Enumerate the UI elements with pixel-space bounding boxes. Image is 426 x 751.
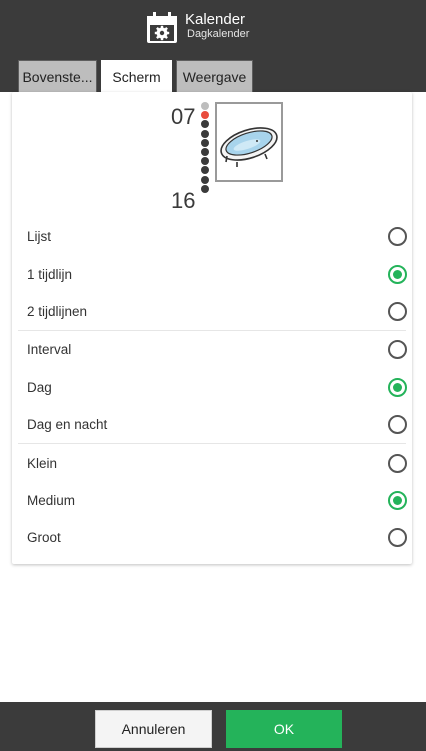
- option-klein[interactable]: Klein: [12, 444, 412, 481]
- timeline-preview: 07 16: [12, 92, 412, 218]
- timeline-dot: [201, 129, 209, 138]
- option-label: Interval: [27, 342, 72, 358]
- timeline-dot: [201, 102, 209, 110]
- option-label: Groot: [27, 530, 61, 546]
- settings-panel: 07 16 Lijst 1 tijdlijn 2 tijdlijnen Inte…: [0, 92, 426, 702]
- activity-thumbnail: [215, 102, 283, 182]
- option-1-tijdlijn[interactable]: 1 tijdlijn: [12, 255, 412, 292]
- timeline-dot: [201, 120, 209, 129]
- timeline-dot: [201, 148, 209, 156]
- option-label: Klein: [27, 455, 58, 471]
- app-header: Kalender Dagkalender: [0, 0, 426, 56]
- app-subtitle: Dagkalender: [187, 28, 250, 40]
- radio-button[interactable]: [388, 264, 407, 284]
- radio-button[interactable]: [388, 340, 407, 360]
- option-label: Lijst: [27, 229, 52, 245]
- timeline-dot: [201, 184, 209, 193]
- calendar-gear-icon: [147, 12, 177, 43]
- option-group-size: Klein Medium Groot: [12, 444, 412, 556]
- timeline-dot: [201, 166, 209, 175]
- option-2-tijdlijnen[interactable]: 2 tijdlijnen: [12, 293, 412, 330]
- option-label: 2 tijdlijnen: [27, 303, 88, 319]
- timeline-dot: [201, 157, 209, 166]
- option-dag-en-nacht[interactable]: Dag en nacht: [12, 406, 412, 443]
- end-hour-label: 16: [171, 188, 196, 213]
- option-label: Dag en nacht: [27, 417, 108, 433]
- radio-button[interactable]: [388, 415, 407, 435]
- option-label: Dag: [27, 379, 52, 395]
- option-label: Medium: [27, 492, 76, 508]
- options-list: Lijst 1 tijdlijn 2 tijdlijnen Interval D…: [12, 218, 412, 557]
- tab-bovenste[interactable]: Bovenste...: [18, 60, 97, 92]
- cancel-button[interactable]: Annuleren: [95, 710, 212, 748]
- option-dag[interactable]: Dag: [12, 369, 412, 406]
- tab-weergave[interactable]: Weergave: [176, 60, 253, 92]
- radio-button[interactable]: [388, 301, 407, 321]
- timeline-dot: [201, 111, 209, 120]
- start-hour-label: 07: [171, 104, 196, 129]
- dialog-footer: Annuleren OK: [0, 702, 426, 751]
- tab-scherm[interactable]: Scherm: [101, 60, 172, 93]
- option-groot[interactable]: Groot: [12, 519, 412, 556]
- radio-button[interactable]: [388, 528, 407, 548]
- option-group-layout: Lijst 1 tijdlijn 2 tijdlijnen: [12, 218, 412, 330]
- radio-button[interactable]: [388, 453, 407, 473]
- radio-button[interactable]: [388, 227, 407, 247]
- option-label: 1 tijdlijn: [27, 266, 73, 282]
- ok-button[interactable]: OK: [226, 710, 342, 748]
- radio-button[interactable]: [388, 377, 407, 397]
- option-medium[interactable]: Medium: [12, 482, 412, 519]
- settings-card: 07 16 Lijst 1 tijdlijn 2 tijdlijnen Inte…: [12, 92, 412, 564]
- radio-button[interactable]: [388, 490, 407, 510]
- timeline-dot: [201, 138, 209, 147]
- bathtub-icon: [220, 127, 278, 167]
- option-lijst[interactable]: Lijst: [12, 218, 412, 255]
- app-title: Kalender: [185, 11, 246, 28]
- timeline-dot: [201, 175, 209, 184]
- option-group-range: Interval Dag Dag en nacht: [12, 331, 412, 443]
- option-interval[interactable]: Interval: [12, 331, 412, 368]
